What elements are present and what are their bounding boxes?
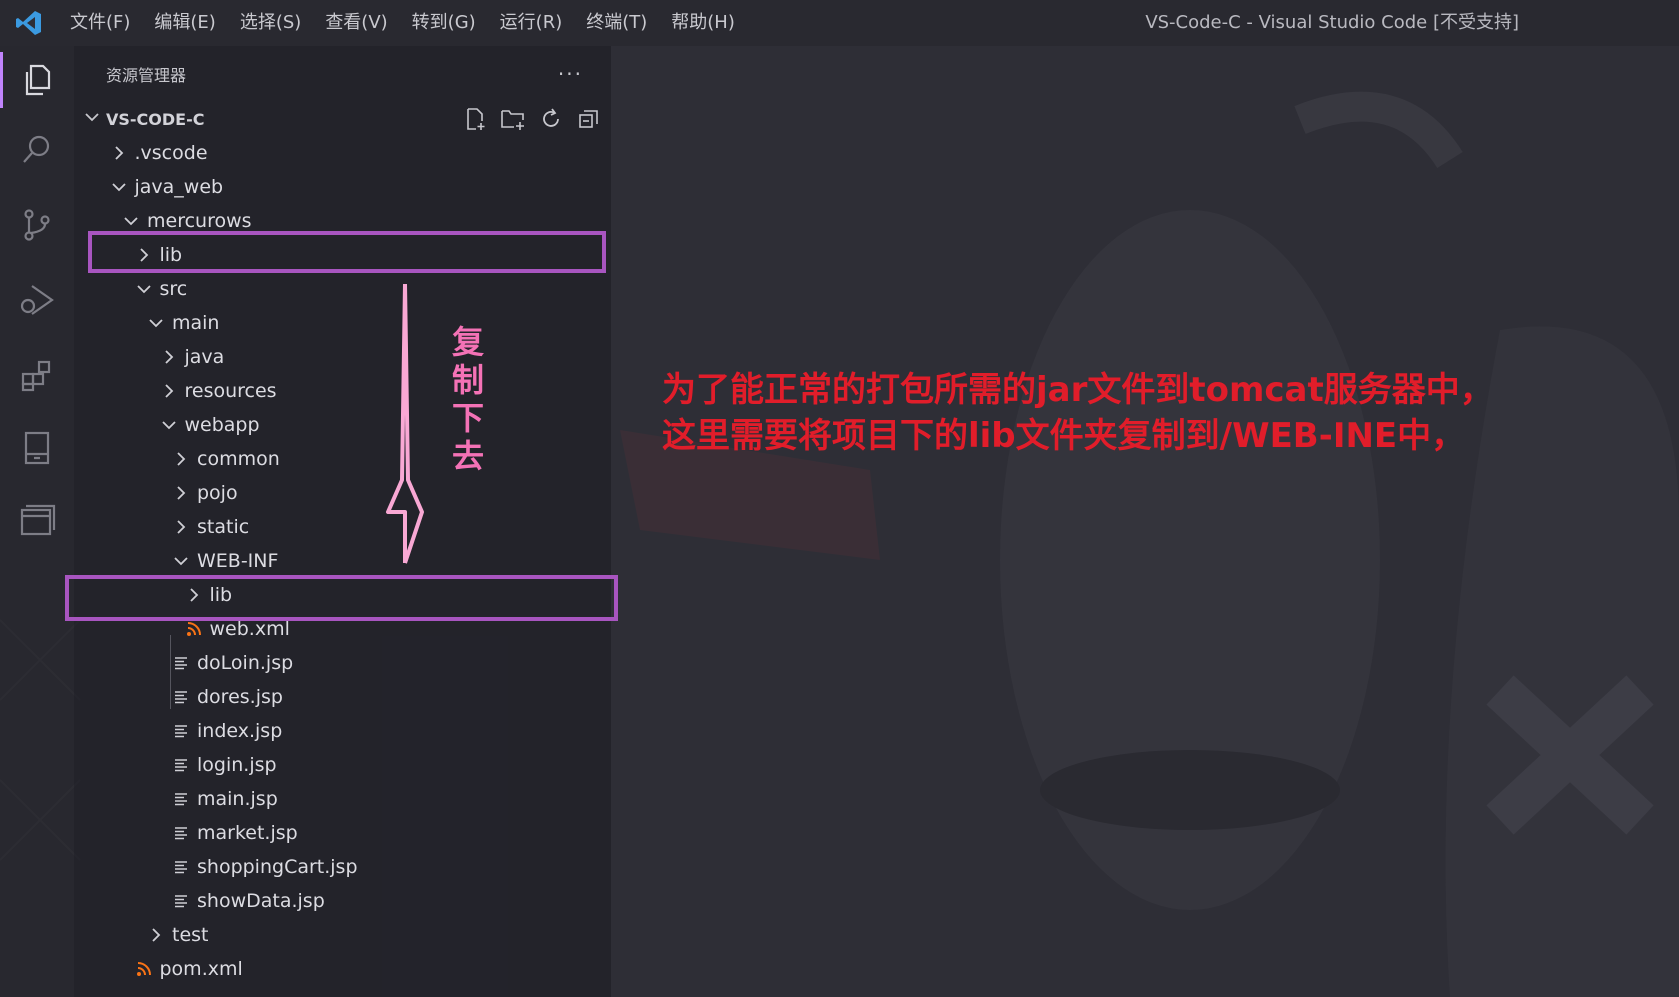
explorer-sidebar: 资源管理器 ··· VS-CODE-C .vscode java_webmercu… (74, 46, 611, 997)
tree-item-label: WEB-INF (197, 550, 279, 572)
tree-item-label: doLoin.jsp (197, 652, 294, 674)
tree-folder-item[interactable]: .vscode (74, 136, 646, 170)
tree-file-item[interactable]: index.jsp (74, 714, 708, 748)
tree-item-label: mercurows (147, 210, 252, 232)
menu-edit[interactable]: 编辑(E) (142, 0, 227, 46)
chevron-down-icon (109, 170, 129, 204)
tree-item-label: login.jsp (197, 754, 277, 776)
chevron-right-icon (146, 918, 166, 952)
remote-explorer-icon[interactable] (0, 414, 74, 482)
section-actions (461, 105, 603, 133)
tree-item-label: java (184, 346, 225, 368)
collapse-all-icon[interactable] (575, 105, 603, 133)
source-control-icon[interactable] (0, 191, 74, 259)
highlight-box-target-lib (65, 575, 618, 621)
more-actions-button[interactable]: ··· (558, 62, 583, 86)
tree-item-label: showData.jsp (197, 890, 325, 912)
tree-folder-item[interactable]: java_web (74, 170, 646, 204)
annotation-line-1: 为了能正常的打包所需的jar文件到tomcat服务器中， (662, 370, 1494, 410)
refresh-icon[interactable] (537, 105, 565, 133)
title-bar: 文件(F) 编辑(E) 选择(S) 查看(V) 转到(G) 运行(R) 终端(T… (0, 0, 1679, 46)
menu-terminal[interactable]: 终端(T) (574, 0, 659, 46)
tree-file-item[interactable]: dores.jsp (74, 680, 708, 714)
down-arrow-annotation (386, 283, 424, 564)
file-lines-icon (171, 782, 191, 816)
new-file-icon[interactable] (461, 105, 489, 133)
activity-bar (0, 46, 74, 997)
extensions-icon[interactable] (0, 342, 74, 410)
chevron-down-icon (159, 408, 179, 442)
tree-item-label: market.jsp (197, 822, 298, 844)
chevron-right-icon (159, 340, 179, 374)
tree-item-label: java_web (134, 176, 224, 198)
menu-run[interactable]: 运行(R) (488, 0, 575, 46)
tree-file-item[interactable]: pom.xml (74, 952, 671, 986)
workspace-section-header[interactable]: VS-CODE-C (74, 102, 611, 136)
file-lines-icon (171, 646, 191, 680)
run-debug-icon[interactable] (0, 266, 74, 334)
sidebar-title: 资源管理器 (106, 66, 187, 85)
tree-folder-item[interactable]: test (74, 918, 683, 952)
file-lines-icon (171, 680, 191, 714)
tree-item-label: src (159, 278, 188, 300)
tree-item-label: shoppingCart.jsp (197, 856, 358, 878)
tree-item-label: web.xml (209, 618, 290, 640)
xml-file-icon (134, 952, 154, 986)
sidebar-header: 资源管理器 ··· (74, 46, 611, 102)
tree-folder-item[interactable]: main (74, 306, 683, 340)
menu-file[interactable]: 文件(F) (58, 0, 142, 46)
search-icon[interactable] (0, 116, 74, 184)
chevron-right-icon (171, 510, 191, 544)
chevron-down-icon (171, 544, 191, 578)
chevron-down-icon (146, 306, 166, 340)
tree-file-item[interactable]: showData.jsp (74, 884, 708, 918)
window-title: VS-Code-C - Visual Studio Code [不受支持] (1145, 12, 1519, 33)
tree-item-label: static (197, 516, 250, 538)
menu-bar: 文件(F) 编辑(E) 选择(S) 查看(V) 转到(G) 运行(R) 终端(T… (58, 0, 747, 46)
explorer-icon[interactable] (0, 46, 74, 114)
chevron-down-icon (134, 272, 154, 306)
tree-file-item[interactable]: login.jsp (74, 748, 708, 782)
tree-item-label: pom.xml (159, 958, 243, 980)
tree-item-label: dores.jsp (197, 686, 283, 708)
file-lines-icon (171, 748, 191, 782)
tree-item-label: pojo (197, 482, 238, 504)
tree-file-item[interactable]: main.jsp (74, 782, 708, 816)
tree-file-item[interactable]: doLoin.jsp (74, 646, 708, 680)
chevron-down-icon (84, 109, 100, 129)
tree-item-label: test (172, 924, 209, 946)
chevron-right-icon (171, 476, 191, 510)
tree-item-label: resources (184, 380, 277, 402)
file-lines-icon (171, 714, 191, 748)
tree-item-label: main (172, 312, 220, 334)
menu-selection[interactable]: 选择(S) (228, 0, 313, 46)
chevron-right-icon (171, 442, 191, 476)
tree-item-label: common (197, 448, 280, 470)
menu-help[interactable]: 帮助(H) (659, 0, 747, 46)
file-lines-icon (171, 884, 191, 918)
tree-item-label: index.jsp (197, 720, 283, 742)
highlight-box-source-lib (88, 231, 606, 273)
tree-item-label: main.jsp (197, 788, 278, 810)
tree-item-label: webapp (184, 414, 260, 436)
annotation-line-2: 这里需要将项目下的lib文件夹复制到/WEB-INE中， (662, 416, 1466, 456)
tree-file-item[interactable]: shoppingCart.jsp (74, 850, 708, 884)
menu-view[interactable]: 查看(V) (313, 0, 399, 46)
chevron-right-icon (159, 374, 179, 408)
tree-item-label: .vscode (134, 142, 208, 164)
vscode-logo-icon (0, 0, 58, 46)
new-folder-icon[interactable] (499, 105, 527, 133)
panel-icon[interactable] (0, 486, 74, 554)
file-lines-icon (171, 816, 191, 850)
menu-go[interactable]: 转到(G) (400, 0, 488, 46)
copy-down-note: 复制下去 (447, 325, 485, 477)
file-lines-icon (171, 850, 191, 884)
tree-folder-item[interactable]: src (74, 272, 671, 306)
chevron-right-icon (109, 136, 129, 170)
tree-file-item[interactable]: market.jsp (74, 816, 708, 850)
workspace-name: VS-CODE-C (106, 109, 205, 129)
